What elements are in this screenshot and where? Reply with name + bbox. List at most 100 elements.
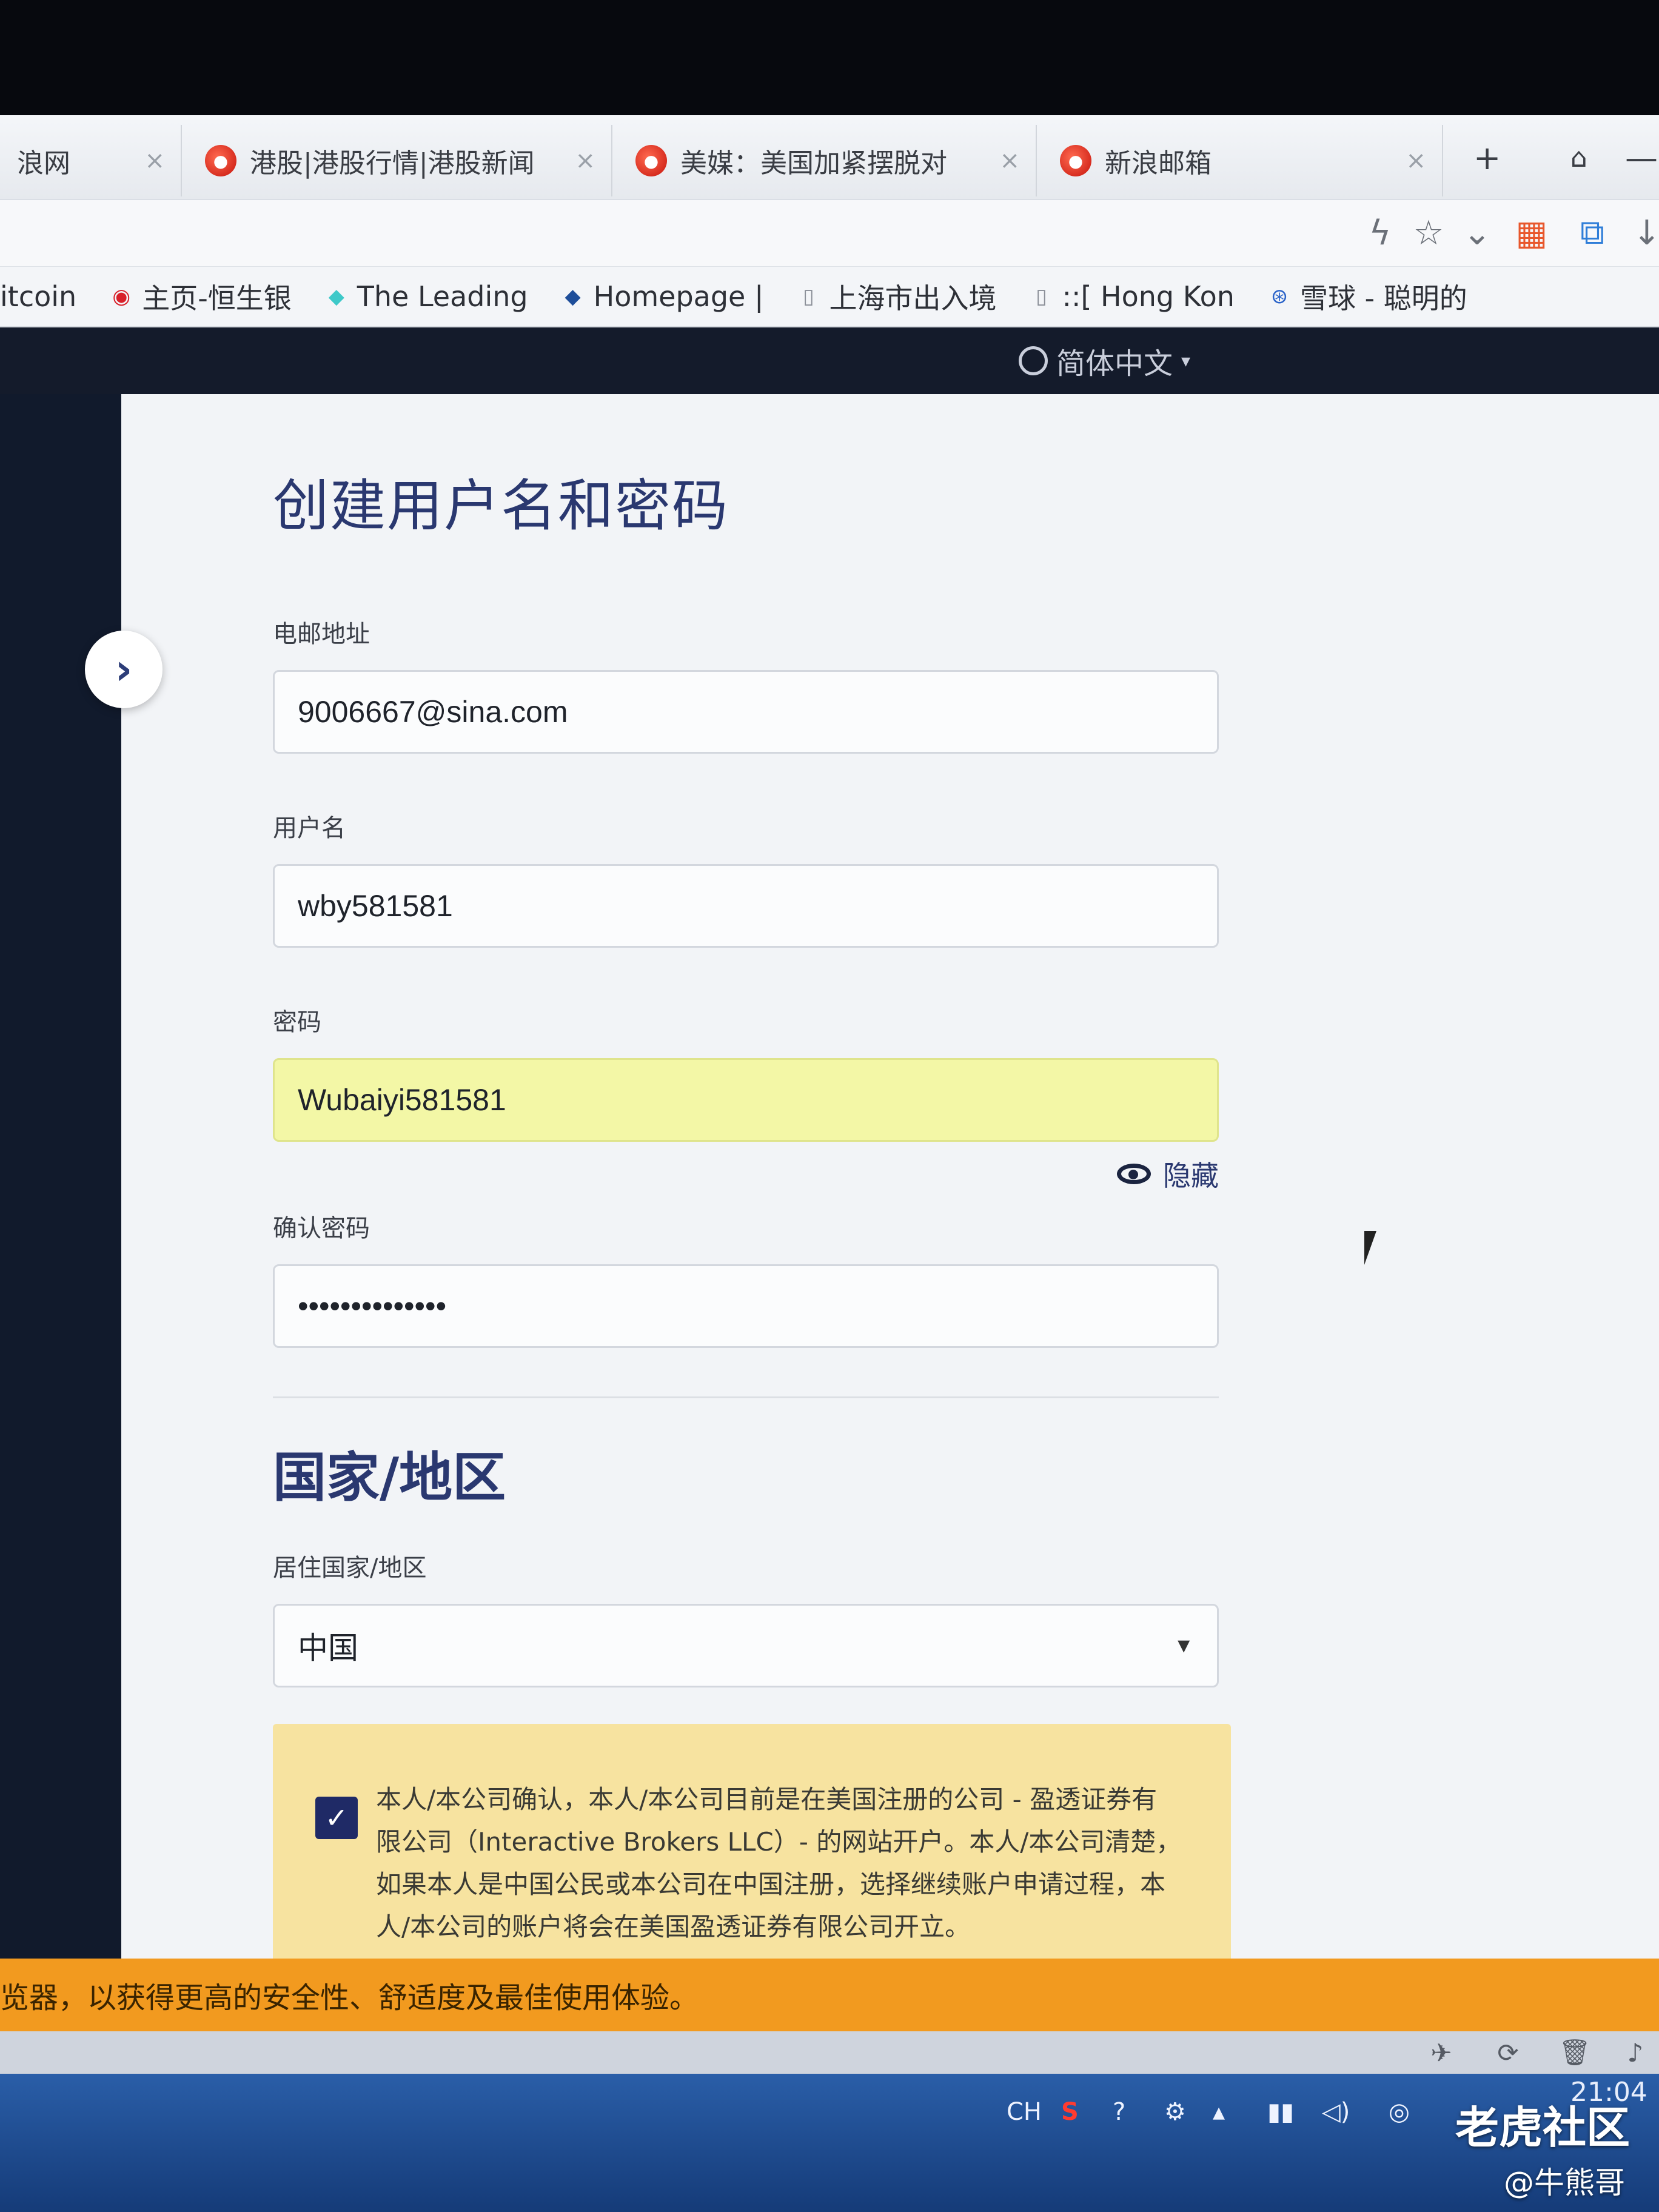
bookmark-label: 主页-恒生银	[142, 282, 292, 315]
show-hidden-icons[interactable]: ▴	[1213, 2098, 1225, 2126]
watermark-brand: 老虎社区	[1455, 2102, 1631, 2153]
tab-bar: 浪网 × ● 港股|港股行情|港股新闻 × ● 美媒：美国加紧摆脱对 × ● 新…	[0, 115, 1659, 200]
expand-sidebar-button[interactable]: ›	[85, 631, 163, 708]
star-icon[interactable]: ☆	[1407, 211, 1450, 255]
speaker-icon[interactable]: ♪	[1619, 2036, 1652, 2069]
help-icon[interactable]: ?	[1113, 2098, 1125, 2126]
diamond-icon: ◆	[328, 284, 344, 309]
close-icon[interactable]: ×	[144, 147, 165, 175]
language-label: 简体中文	[1056, 347, 1173, 381]
tab-label: 港股|港股行情|港股新闻	[250, 148, 535, 179]
tab-us-media[interactable]: ● 美媒：美国加紧摆脱对 ×	[618, 125, 1037, 196]
status-strip: ✈ ⟳ 🗑 ♪	[0, 2031, 1659, 2074]
chevron-down-icon[interactable]: ⌄	[1455, 211, 1499, 255]
page-icon: ▯	[803, 284, 814, 309]
sogou-icon[interactable]: S	[1061, 2098, 1079, 2126]
browser-upgrade-warning: 览器，以获得更高的安全性、舒适度及最佳使用体验。	[0, 1959, 1659, 2031]
password-field[interactable]: Wubaiyi581581	[273, 1058, 1219, 1142]
caret-down-icon: ▾	[1181, 350, 1191, 372]
section-divider	[273, 1396, 1219, 1398]
shirt-icon[interactable]: ⌂	[1570, 115, 1587, 200]
trash-icon[interactable]: 🗑	[1558, 2036, 1591, 2069]
bookmark-label: 雪球 - 聪明的	[1299, 282, 1467, 315]
new-tab-button[interactable]: +	[1473, 115, 1501, 200]
bookmark-homepage[interactable]: ◆ Homepage |	[560, 280, 764, 313]
site-header: 简体中文 ▾	[0, 327, 1659, 394]
weibo-icon: ●	[205, 145, 236, 176]
bookmark-label: ::[ Hong Kon	[1062, 280, 1235, 313]
volume-icon[interactable]: ◁)	[1322, 2098, 1350, 2126]
residence-select[interactable]: 中国 ▼	[273, 1604, 1219, 1687]
page-icon: ▯	[1036, 284, 1047, 309]
bookmark-label: The Leading	[357, 280, 528, 313]
bookmark-label: 上海市出入境	[829, 282, 997, 315]
chevron-right-icon: ›	[115, 645, 133, 694]
bookmark-label: Homepage |	[593, 280, 764, 313]
tiger-logo-icon: ◎	[1389, 2098, 1410, 2126]
close-icon[interactable]: ×	[1406, 147, 1426, 175]
address-toolbar: ϟ ☆ ⌄ ▦ ⧉ ↓	[0, 200, 1659, 267]
eye-icon	[1117, 1164, 1151, 1184]
toggle-label: 隐藏	[1163, 1159, 1219, 1192]
username-field[interactable]: wby581581	[273, 864, 1219, 948]
bookmark-xueqiu[interactable]: ⊛ 雪球 - 聪明的	[1266, 276, 1467, 317]
bookmark-shanghai[interactable]: ▯ 上海市出入境	[795, 276, 996, 317]
bookmark-label: itcoin	[0, 280, 77, 313]
minimize-button[interactable]: —	[1625, 115, 1658, 200]
checkmark-icon: ✓	[324, 1801, 349, 1834]
tab-label: 新浪邮箱	[1105, 148, 1212, 179]
tab-sina[interactable]: 浪网 ×	[0, 125, 182, 196]
tray-settings-icon[interactable]: ⚙	[1164, 2098, 1186, 2126]
country-section-title: 国家/地区	[273, 1446, 506, 1509]
diamond-icon: ◆	[565, 284, 581, 309]
warning-text: 览器，以获得更高的安全性、舒适度及最佳使用体验。	[0, 1981, 699, 2015]
apps-grid-icon[interactable]: ▦	[1510, 211, 1553, 255]
bookmark-hong-kong[interactable]: ▯ ::[ Hong Kon	[1028, 280, 1235, 313]
close-icon[interactable]: ×	[999, 147, 1020, 175]
ime-indicator[interactable]: CH	[1007, 2098, 1042, 2126]
taskbar: CH S ? ⚙ ▴ ▮▮ ◁) ◎ 21:04 老虎社区 @牛熊哥	[0, 2074, 1659, 2212]
consent-checkbox[interactable]: ✓	[315, 1797, 358, 1839]
bookmark-bitcoin[interactable]: itcoin	[0, 280, 76, 313]
password-visibility-toggle[interactable]: 隐藏	[1117, 1154, 1219, 1194]
language-selector[interactable]: 简体中文 ▾	[1019, 340, 1190, 382]
tab-hk-stocks[interactable]: ● 港股|港股行情|港股新闻 ×	[188, 125, 612, 196]
password-value: Wubaiyi581581	[298, 1083, 506, 1117]
watermark-credit: @牛熊哥	[1504, 2165, 1625, 2200]
residence-value: 中国	[298, 1631, 358, 1665]
refresh-icon[interactable]: ⟳	[1492, 2036, 1524, 2069]
account-form: 创建用户名和密码 电邮地址 9006667@sina.com 用户名 wby58…	[273, 461, 1255, 2063]
hang-seng-icon: ◉	[112, 284, 131, 309]
translate-icon[interactable]: ⧉	[1570, 211, 1614, 255]
email-field[interactable]: 9006667@sina.com	[273, 670, 1219, 754]
email-value: 9006667@sina.com	[298, 695, 568, 729]
bookmark-hang-seng[interactable]: ◉ 主页-恒生银	[108, 276, 292, 317]
email-label: 电邮地址	[273, 620, 370, 648]
consent-text: 本人/本公司确认，本人/本公司目前是在美国注册的公司 - 盈透证券有限公司（In…	[376, 1785, 1182, 1942]
download-icon[interactable]: ↓	[1625, 211, 1659, 255]
tab-sina-mail[interactable]: ● 新浪邮箱 ×	[1043, 125, 1443, 196]
lightning-icon[interactable]: ϟ	[1358, 211, 1402, 255]
page-title: 创建用户名和密码	[273, 474, 729, 538]
mouse-cursor-icon	[1364, 1231, 1376, 1265]
username-value: wby581581	[298, 889, 453, 923]
network-icon[interactable]: ▮▮	[1267, 2098, 1294, 2126]
weibo-icon: ●	[1060, 145, 1091, 176]
confirm-password-field[interactable]: ••••••••••••••	[273, 1264, 1219, 1348]
confirm-password-label: 确认密码	[273, 1215, 370, 1242]
pin-icon[interactable]: ✈	[1425, 2036, 1458, 2069]
globe-icon	[1019, 346, 1048, 375]
screen-bezel	[0, 0, 1659, 115]
caret-down-icon: ▼	[1173, 1634, 1194, 1657]
password-label: 密码	[273, 1008, 321, 1036]
bookmark-the-leading[interactable]: ◆ The Leading	[323, 280, 528, 313]
residence-label: 居住国家/地区	[273, 1554, 427, 1582]
weibo-icon: ●	[635, 145, 667, 176]
left-rail	[0, 394, 121, 1971]
xueqiu-icon: ⊛	[1270, 284, 1289, 309]
tab-label: 美媒：美国加紧摆脱对	[680, 148, 947, 179]
confirm-password-value: ••••••••••••••	[298, 1289, 447, 1323]
bookmarks-bar: itcoin ◉ 主页-恒生银 ◆ The Leading ◆ Homepage…	[0, 267, 1659, 327]
close-icon[interactable]: ×	[575, 147, 595, 175]
tab-label: 浪网	[17, 148, 70, 179]
